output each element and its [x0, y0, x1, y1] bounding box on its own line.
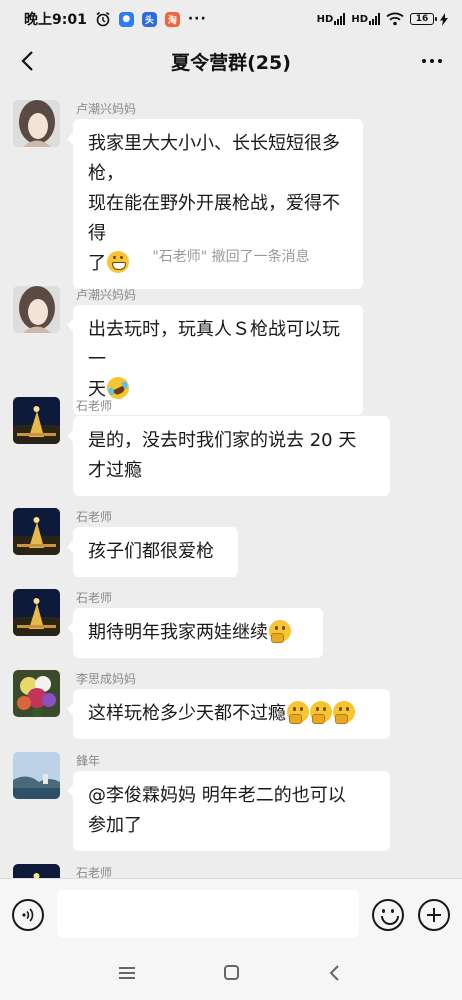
more-functions-button[interactable] [418, 899, 450, 931]
message-item: 石老师 [0, 864, 462, 878]
recent-apps-button[interactable] [118, 965, 136, 981]
message-line: @李俊霖妈妈 明年老二的也可以 [88, 785, 346, 806]
message-line: 参加了 [88, 815, 142, 836]
status-time: 晚上9:01 [24, 12, 87, 28]
message-line: 我家里大大小小、长长短短很多枪， [88, 133, 340, 184]
message-line: 才过瘾 [88, 460, 142, 481]
thinking-emoji-icon [287, 701, 309, 724]
home-button[interactable] [224, 965, 239, 980]
message-input[interactable] [57, 890, 359, 938]
chevron-left-icon [21, 51, 33, 71]
message-line: 期待明年我家两娃继续 [88, 622, 268, 643]
charging-icon [440, 12, 448, 26]
sender-name: 李思成妈妈 [76, 672, 137, 686]
sender-name: 卢潮兴妈妈 [76, 102, 137, 116]
hd-signal-icon-1: HD [317, 13, 346, 25]
avatar[interactable] [13, 397, 60, 444]
back-button[interactable] [12, 46, 42, 76]
system-nav-bar [0, 950, 462, 1000]
input-bar [0, 878, 462, 950]
avatar[interactable] [13, 752, 60, 799]
wifi-icon [386, 12, 404, 26]
avatar[interactable] [13, 670, 60, 717]
message-bubble[interactable]: @李俊霖妈妈 明年老二的也可以 参加了 [67, 771, 390, 851]
system-back-button[interactable] [326, 964, 344, 982]
sender-name: 石老师 [76, 866, 113, 878]
message-line: 出去玩时，玩真人Ｓ枪战可以玩一 [88, 319, 340, 370]
thinking-emoji-icon [333, 701, 355, 724]
status-bar: 晚上9:01 ● 头 淘 ··· HD HD 16 [0, 0, 462, 38]
sender-name: 石老师 [76, 591, 113, 605]
sender-name: 鋒年 [76, 754, 101, 768]
avatar[interactable] [13, 864, 60, 878]
message-line: 是的，没去时我们家的说去 20 天 [88, 430, 357, 451]
avatar[interactable] [13, 100, 60, 147]
chat-title: 夏令营群(25) [171, 51, 291, 74]
shopping-app-icon: 淘 [164, 11, 180, 27]
more-options-button[interactable] [416, 46, 448, 76]
news-app-icon: 头 [141, 11, 157, 27]
sender-name: 石老师 [76, 399, 113, 413]
message-bubble[interactable]: 期待明年我家两娃继续 [67, 608, 323, 658]
message-bubble[interactable]: 这样玩枪多少天都不过瘾 [67, 689, 390, 739]
battery-icon: 16 [410, 13, 437, 25]
voice-button[interactable] [12, 899, 44, 931]
avatar[interactable] [13, 508, 60, 555]
avatar[interactable] [13, 589, 60, 636]
app-notification-icon: ● [118, 11, 134, 27]
avatar[interactable] [13, 286, 60, 333]
voice-icon [22, 908, 34, 922]
recall-notice: "石老师" 撤回了一条消息 [152, 249, 310, 265]
message-line: 这样玩枪多少天都不过瘾 [88, 703, 286, 724]
thinking-emoji-icon [269, 620, 291, 643]
message-bubble[interactable]: 是的，没去时我们家的说去 20 天 才过瘾 [67, 416, 390, 496]
chat-header: 夏令营群(25) [0, 38, 462, 84]
message-line: 现在能在野外开展枪战，爱得不得 [88, 193, 340, 244]
more-notifications-icon: ··· [187, 11, 207, 27]
thinking-emoji-icon [310, 701, 332, 724]
message-bubble[interactable]: 孩子们都很爱枪 [67, 527, 238, 577]
alarm-icon [96, 11, 110, 27]
sender-name: 石老师 [76, 510, 113, 524]
sender-name: 卢潮兴妈妈 [76, 288, 137, 302]
message-line: 孩子们都很爱枪 [88, 541, 214, 562]
emoji-button[interactable] [372, 899, 404, 931]
message-bubble[interactable]: 出去玩时，玩真人Ｓ枪战可以玩一 天 [67, 305, 363, 415]
hd-signal-icon-2: HD [351, 13, 380, 25]
